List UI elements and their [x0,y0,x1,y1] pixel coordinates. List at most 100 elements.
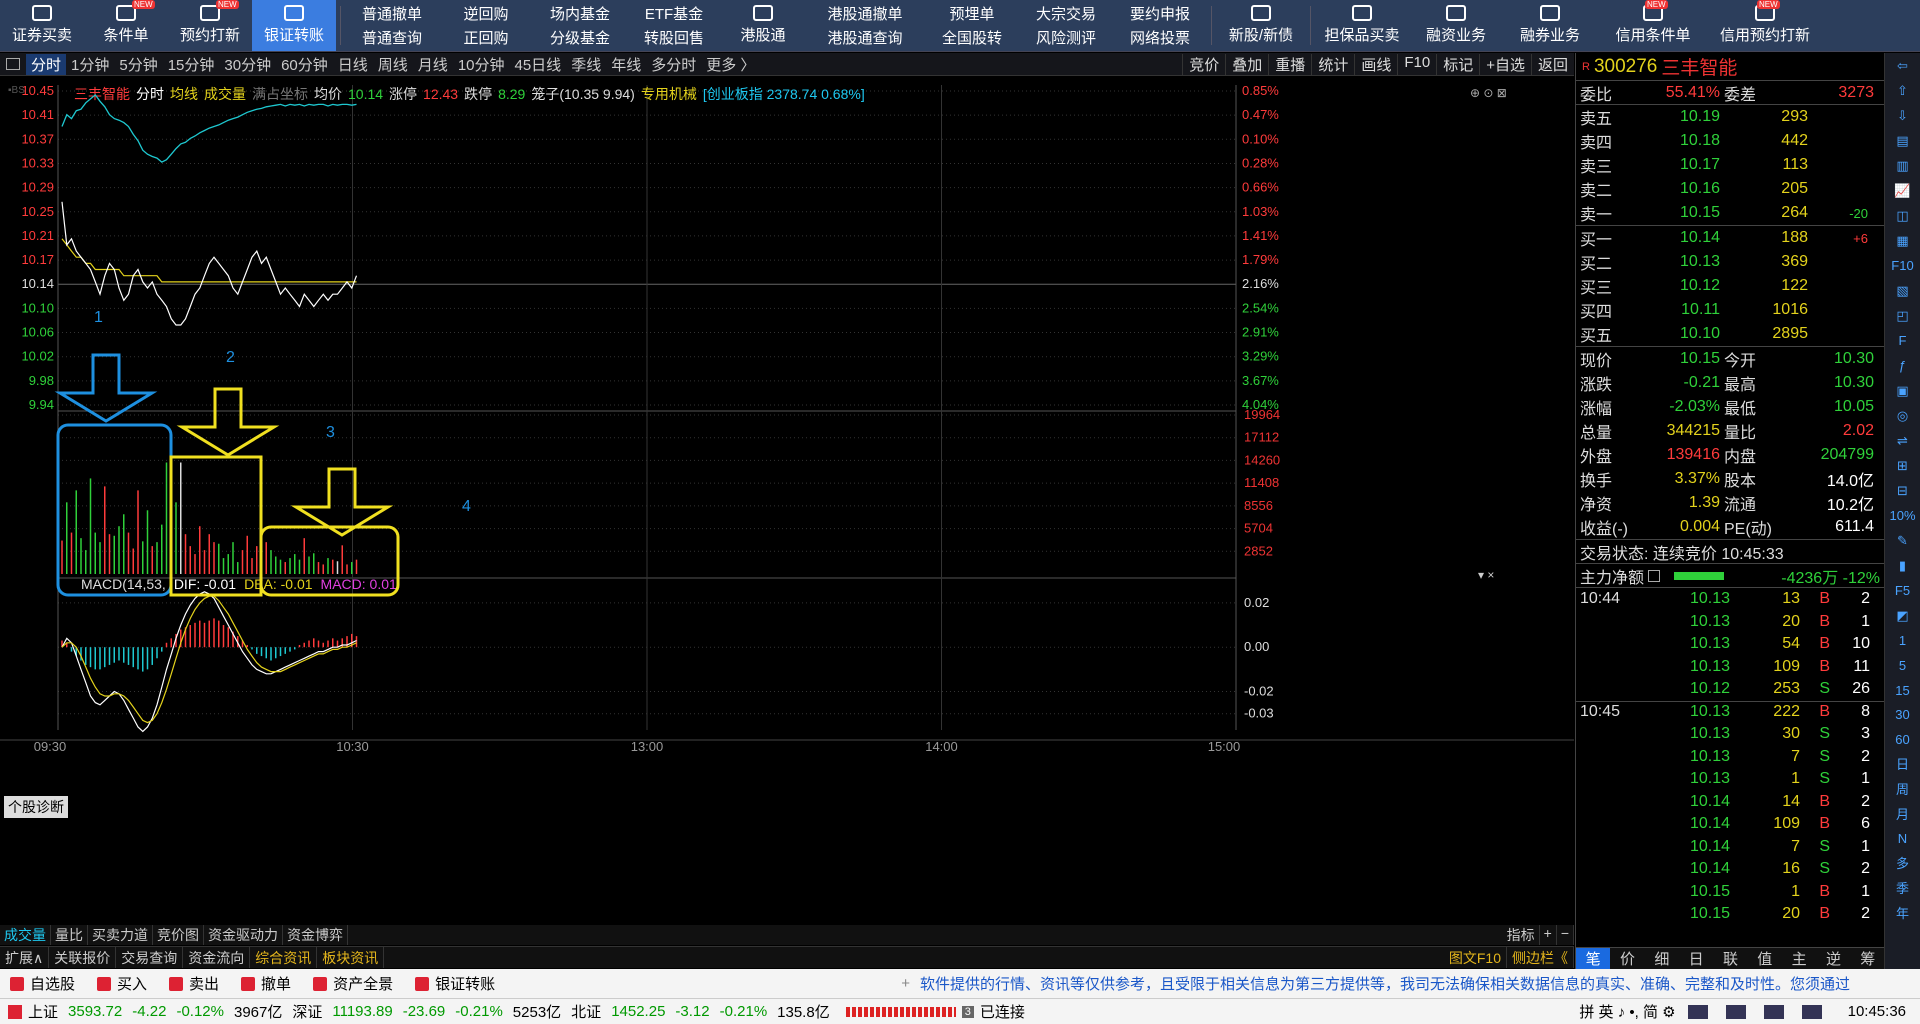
chart-svg[interactable]: 10.45 0.85% 10.41 0.47% 10.37 0.10% 10.33 0.28%… [0,77,1574,914]
info-tab[interactable]: 板块资讯 [317,947,385,968]
period-tab[interactable]: 45日线 [510,54,567,75]
ime-indicator[interactable]: 拼 英 ♪ •, 简 ⚙ [1579,1001,1675,1022]
quick-item[interactable]: 资产全景 [313,973,393,994]
period-tab[interactable]: 5分钟 [114,54,162,75]
toolbar-item[interactable]: 场内基金 [550,3,610,24]
right-tab[interactable]: 主 [1782,948,1816,969]
sidebar-tool-icon[interactable]: 日 [1888,752,1918,777]
period-tab[interactable]: 多分时 [646,54,701,75]
sidebar-tool-icon[interactable]: ⇧ [1888,78,1918,103]
indicator-tab[interactable]: 成交量 [0,925,51,945]
chart-tool-button[interactable]: +自选 [1479,53,1531,75]
toolbar-item[interactable]: 普通撤单 [362,3,422,24]
info-tab[interactable]: 资金流向 [183,947,251,968]
sidebar-tool-icon[interactable]: 多 [1888,851,1918,876]
stock-diagnosis-button[interactable]: 个股诊断 [4,796,68,818]
period-tab[interactable]: 30分钟 [219,54,276,75]
sidebar-tool-icon[interactable]: ▥ [1888,153,1918,178]
period-tab[interactable]: 季线 [566,54,606,75]
sidebar-tool-icon[interactable]: 📈 [1888,178,1918,203]
period-tab[interactable]: 10分钟 [453,54,510,75]
info-tool[interactable]: 侧边栏《 [1507,947,1574,968]
coin-button[interactable]: 融资业务 [1409,0,1503,51]
right-tab[interactable]: 笔 [1576,948,1611,969]
toolbar-item[interactable]: ETF基金 [645,3,703,24]
toolbar-item[interactable]: 网络投票 [1130,27,1190,48]
menu-icon[interactable] [1648,569,1661,582]
intraday-chart[interactable]: 10.45 0.85% 10.41 0.47% 10.37 0.10% 10.33 0.28%… [0,77,1574,914]
chart-up-button[interactable]: 证券买卖 [0,0,84,51]
right-tab[interactable]: 价 [1610,948,1644,969]
period-tab[interactable]: 60分钟 [276,54,333,75]
sidebar-tool-icon[interactable]: 60 [1888,727,1918,752]
period-tab[interactable]: 日线 [333,54,373,75]
toolbar-item[interactable]: 普通查询 [362,27,422,48]
sidebar-tool-icon[interactable]: 月 [1888,802,1918,827]
toolbar-item[interactable]: 港股通撤单 [827,3,902,24]
chart-corner-icons[interactable]: ⊕ ⊙ ⊠ [1470,86,1507,100]
toolbar-item[interactable]: 港股通查询 [827,27,902,48]
sidebar-tool-icon[interactable]: 年 [1888,901,1918,926]
chart-tool-button[interactable]: 叠加 [1225,53,1268,75]
condition-button[interactable]: NEW 条件单 [84,0,168,51]
period-tab[interactable]: 15分钟 [163,54,220,75]
reserve-button[interactable]: NEW 预约打新 [168,0,252,51]
toolbar-item[interactable]: 要约申报 [1130,3,1190,24]
indicator-tab[interactable]: 量比 [51,925,88,945]
quick-item[interactable]: 买入 [97,973,147,994]
new-stock-button[interactable]: 新股/新债 [1216,0,1306,51]
indicator-tab[interactable]: 资金驱动力 [204,925,283,945]
toolbar-item[interactable]: 转股回售 [644,27,704,48]
transfer-button[interactable]: 银证转账 [252,0,336,51]
add-icon[interactable]: + [901,975,910,992]
sidebar-tool-icon[interactable]: F [1888,328,1918,353]
tick-list[interactable]: 10:44 10.13 13 B 2 10.13 20 B 1 10.13 54 B 10 10.13 10… [1576,588,1884,926]
sidebar-tool-icon[interactable]: ⇩ [1888,103,1918,128]
sidebar-tool-icon[interactable]: ▮ [1888,553,1918,578]
chart-tool-button[interactable]: 画线 [1354,53,1397,75]
period-tab[interactable]: 月线 [413,54,453,75]
info-tool[interactable]: 图文F10 [1444,947,1507,968]
sidebar-tool-icon[interactable]: ƒ [1888,353,1918,378]
news-marquee[interactable]: 软件提供的行情、资讯等仅供参考，且受限于相关信息为第三方提供等，我司无法确保相关… [920,973,1920,994]
sidebar-tool-icon[interactable]: ⊞ [1888,453,1918,478]
sidebar-tool-icon[interactable]: ▧ [1888,278,1918,303]
sidebar-tool-icon[interactable]: 5 [1888,653,1918,678]
period-tab[interactable]: 年线 [606,54,646,75]
toolbar-item[interactable]: 预埋单 [949,3,994,24]
indicator-tab[interactable]: 竞价图 [153,925,204,945]
sidebar-tool-icon[interactable]: F5 [1888,578,1918,603]
panel-toggle-icon[interactable] [6,58,20,70]
period-tab[interactable]: 更多 〉 [701,54,760,75]
right-tab[interactable]: 值 [1748,948,1782,969]
right-tab[interactable]: 联 [1713,948,1747,969]
period-tab[interactable]: 周线 [373,54,413,75]
chart-tool-button[interactable]: 竞价 [1182,53,1225,75]
indicator-tool[interactable]: + [1540,925,1557,945]
quick-item[interactable]: 银证转账 [415,973,495,994]
hk-button[interactable]: 港股通 [721,0,805,51]
coin2-button[interactable]: 融券业务 [1503,0,1597,51]
sidebar-tool-icon[interactable]: ▦ [1888,228,1918,253]
right-tab[interactable]: 细 [1645,948,1679,969]
sidebar-tool-icon[interactable]: ⊟ [1888,478,1918,503]
indicator-tab[interactable]: 资金博弈 [283,925,348,945]
toolbar-item[interactable]: 风险测评 [1036,27,1096,48]
sidebar-tool-icon[interactable]: ◩ [1888,603,1918,628]
chart-tool-button[interactable]: 统计 [1311,53,1354,75]
toolbar-item[interactable]: 分级基金 [550,27,610,48]
indicator-tab[interactable]: 买卖力道 [88,925,153,945]
sidebar-tool-icon[interactable]: F10 [1888,253,1918,278]
quick-item[interactable]: 自选股 [10,973,75,994]
sidebar-tool-icon[interactable]: ◎ [1888,403,1918,428]
credit-reserve-button[interactable]: NEW 信用预约打新 [1709,0,1821,51]
quick-item[interactable]: 撤单 [241,973,291,994]
chart-tool-button[interactable]: 标记 [1436,53,1479,75]
bs-icon[interactable]: ▪BS [8,85,25,96]
right-tab[interactable]: 逆 [1816,948,1850,969]
credit-condition-button[interactable]: NEW 信用条件单 [1597,0,1709,51]
sidebar-tool-icon[interactable]: 1 [1888,628,1918,653]
info-tab[interactable]: 扩展∧ [0,947,50,968]
info-tab[interactable]: 综合资讯 [250,947,318,968]
sidebar-tool-icon[interactable]: ✎ [1888,528,1918,553]
